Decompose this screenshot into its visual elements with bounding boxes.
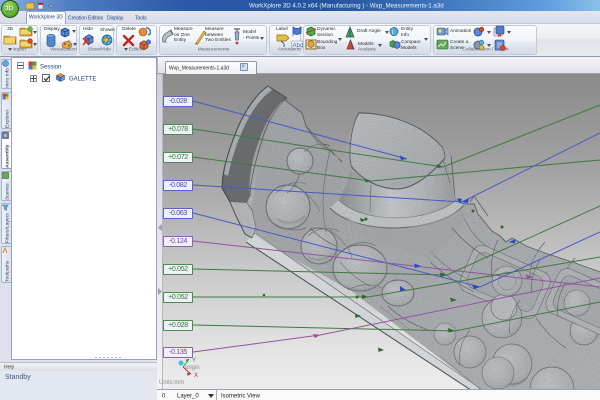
svg-text:origin: origin (185, 365, 200, 371)
svg-text:Y: Y (192, 358, 196, 364)
svg-text:X: X (194, 373, 198, 379)
svg-text:Units:mm: Units:mm (159, 380, 184, 386)
svg-text:Abc: Abc (293, 43, 303, 49)
